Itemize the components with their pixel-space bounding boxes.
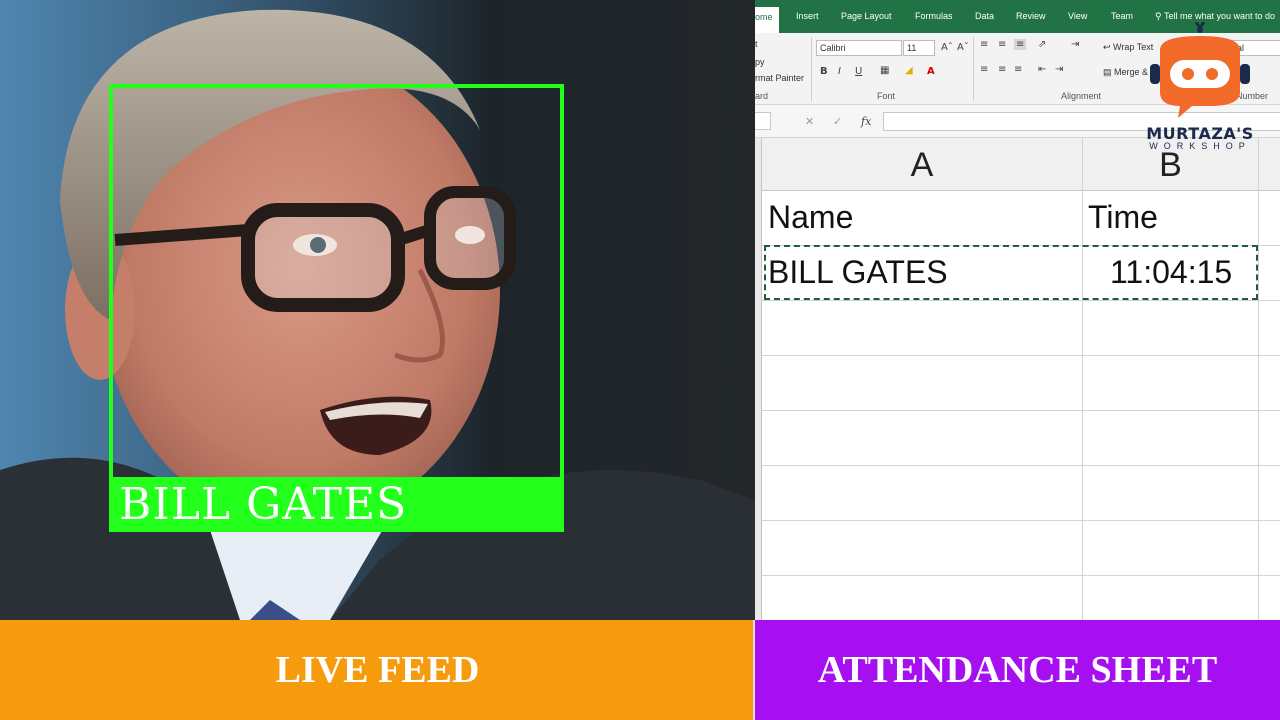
borders-icon[interactable]: ▦ (880, 65, 889, 76)
align-center-icon[interactable]: ≡ (998, 64, 1006, 75)
format-painter-button[interactable]: rmat Painter (755, 73, 804, 83)
clipboard-group-label: ard (755, 91, 769, 101)
attendance-sheet-banner: ATTENDANCE SHEET (755, 620, 1280, 720)
font-size-select[interactable]: 11 (903, 40, 935, 56)
tell-me-text: Tell me what you want to do (1163, 11, 1275, 21)
tab-home[interactable]: ome (755, 7, 779, 33)
increase-indent-icon[interactable]: ⇥ (1055, 64, 1063, 75)
row-headers (755, 138, 762, 620)
tab-view[interactable]: View (1068, 11, 1087, 21)
grid-line (762, 300, 1280, 301)
align-bottom-icon[interactable]: ≡ (1014, 39, 1027, 50)
tab-insert[interactable]: Insert (796, 11, 819, 21)
cell-a1[interactable]: Name (768, 199, 853, 236)
font-color-icon[interactable]: A (927, 66, 935, 77)
tell-me-search[interactable]: ⚲ Tell me what you want to do (1155, 11, 1275, 22)
font-group-label: Font (877, 91, 896, 101)
copy-button[interactable]: py (755, 57, 765, 67)
underline-button[interactable]: U (855, 66, 862, 77)
grid-line (762, 575, 1280, 576)
align-top-icon[interactable]: ≡ (980, 39, 988, 50)
decrease-font-icon[interactable]: Aˇ (957, 42, 969, 53)
cancel-icon[interactable]: ✕ (805, 115, 814, 128)
grid-line (762, 410, 1280, 411)
fill-color-icon[interactable]: ◢ (905, 65, 913, 76)
alignment-group-label: Alignment (1061, 91, 1102, 101)
live-feed-banner: LIVE FEED (0, 620, 755, 720)
grid-line (762, 355, 1280, 356)
align-middle-icon[interactable]: ≡ (998, 39, 1006, 50)
decrease-indent-icon[interactable]: ⇤ (1038, 64, 1046, 75)
grid-line (1258, 138, 1259, 620)
face-name-label: BILL GATES (109, 477, 564, 532)
tab-data[interactable]: Data (975, 11, 994, 21)
font-name-value: Calibri (820, 43, 846, 53)
grid-line (1082, 138, 1083, 620)
italic-button[interactable]: I (838, 66, 841, 77)
live-feed: BILL GATES (0, 0, 755, 620)
column-header-a[interactable]: A (762, 146, 1082, 185)
cell-b1[interactable]: Time (1088, 199, 1158, 236)
logo-subtitle: WORKSHOP (1149, 141, 1251, 151)
face-detection-box (109, 84, 564, 532)
increase-font-icon[interactable]: Aˆ (941, 42, 953, 53)
group-separator (973, 37, 974, 101)
cut-button[interactable]: t (755, 39, 758, 49)
group-separator (811, 37, 812, 101)
detected-name: BILL GATES (119, 479, 408, 530)
enter-icon[interactable]: ✓ (833, 115, 842, 128)
tab-team[interactable]: Team (1111, 11, 1133, 21)
grid-line (762, 520, 1280, 521)
align-left-icon[interactable]: ≡ (980, 64, 988, 75)
align-right-icon[interactable]: ≡ (1014, 64, 1022, 75)
tab-formulas[interactable]: Formulas (915, 11, 953, 21)
name-box[interactable] (755, 112, 771, 130)
function-icon[interactable]: fx (861, 115, 871, 128)
rtl-icon[interactable]: ⇥ (1071, 39, 1079, 50)
copy-marquee-selection (764, 245, 1258, 300)
tab-review[interactable]: Review (1016, 11, 1046, 21)
orientation-icon[interactable]: ⇗ (1038, 39, 1046, 50)
bold-button[interactable]: B (820, 66, 828, 77)
grid-line (762, 465, 1280, 466)
tab-page-layout[interactable]: Page Layout (841, 11, 892, 21)
font-size-value: 11 (907, 43, 917, 53)
font-name-select[interactable]: Calibri (816, 40, 902, 56)
